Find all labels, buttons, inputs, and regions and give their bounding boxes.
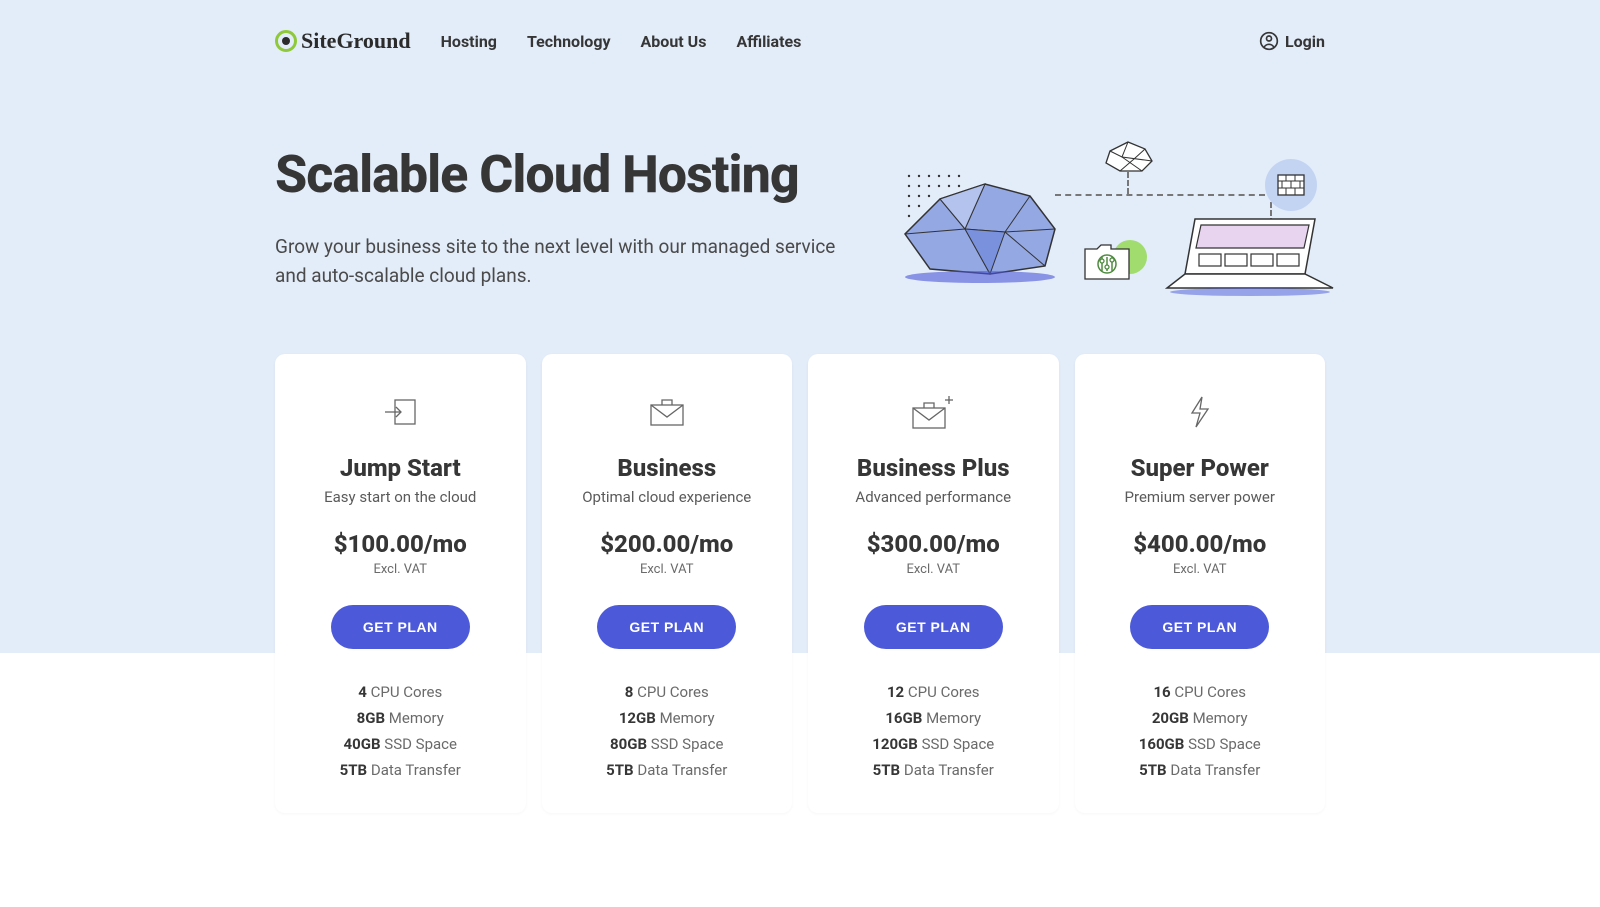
- nav-affiliates[interactable]: Affiliates: [736, 32, 801, 51]
- get-plan-button[interactable]: GET PLAN: [331, 605, 470, 649]
- small-cloud-icon: [1100, 139, 1156, 175]
- plan-specs-list: 4 CPU Cores 8GB Memory 40GB SSD Space 5T…: [299, 679, 502, 783]
- nav-technology[interactable]: Technology: [527, 32, 611, 51]
- plan-name: Business: [566, 454, 769, 482]
- login-button[interactable]: Login: [1259, 31, 1325, 51]
- nav-hosting[interactable]: Hosting: [441, 32, 497, 51]
- spec-memory: 16GB Memory: [832, 705, 1035, 731]
- plan-tagline: Optimal cloud experience: [566, 488, 769, 506]
- logo-text: SiteGround: [301, 28, 411, 54]
- plan-tagline: Premium server power: [1099, 488, 1302, 506]
- lightning-icon: [1099, 392, 1302, 432]
- plan-name: Jump Start: [299, 454, 502, 482]
- spec-cpu: 8 CPU Cores: [566, 679, 769, 705]
- plan-tagline: Advanced performance: [832, 488, 1035, 506]
- spec-memory: 20GB Memory: [1099, 705, 1302, 731]
- plan-specs-list: 8 CPU Cores 12GB Memory 80GB SSD Space 5…: [566, 679, 769, 783]
- door-enter-icon: [299, 392, 502, 432]
- plan-name: Business Plus: [832, 454, 1035, 482]
- laptop-icon: [1165, 214, 1335, 299]
- site-header: SiteGround Hosting Technology About Us A…: [275, 0, 1325, 74]
- nav-about[interactable]: About Us: [641, 32, 707, 51]
- briefcase-plus-icon: [832, 392, 1035, 432]
- page-subtitle: Grow your business site to the next leve…: [275, 233, 845, 290]
- plan-price: $200.00/mo: [566, 530, 769, 558]
- get-plan-button[interactable]: GET PLAN: [1130, 605, 1269, 649]
- spec-transfer: 5TB Data Transfer: [566, 757, 769, 783]
- plan-vat: Excl. VAT: [832, 562, 1035, 577]
- spec-transfer: 5TB Data Transfer: [1099, 757, 1302, 783]
- spec-memory: 8GB Memory: [299, 705, 502, 731]
- hero-section: Scalable Cloud Hosting Grow your busines…: [275, 74, 1325, 354]
- spec-ssd: 40GB SSD Space: [299, 731, 502, 757]
- page-title: Scalable Cloud Hosting: [275, 144, 845, 205]
- plan-card-business: Business Optimal cloud experience $200.0…: [542, 354, 793, 813]
- user-icon: [1259, 31, 1279, 51]
- spec-cpu: 4 CPU Cores: [299, 679, 502, 705]
- plan-card-jump-start: Jump Start Easy start on the cloud $100.…: [275, 354, 526, 813]
- plan-price: $100.00/mo: [299, 530, 502, 558]
- hero-illustration: [885, 144, 1325, 304]
- login-label: Login: [1285, 32, 1325, 51]
- firewall-circle-icon: [1265, 159, 1317, 211]
- plan-card-super-power: Super Power Premium server power $400.00…: [1075, 354, 1326, 813]
- spec-cpu: 16 CPU Cores: [1099, 679, 1302, 705]
- plan-name: Super Power: [1099, 454, 1302, 482]
- spec-ssd: 80GB SSD Space: [566, 731, 769, 757]
- pricing-plans: Jump Start Easy start on the cloud $100.…: [275, 354, 1325, 813]
- get-plan-button[interactable]: GET PLAN: [864, 605, 1003, 649]
- plan-specs-list: 12 CPU Cores 16GB Memory 120GB SSD Space…: [832, 679, 1035, 783]
- spec-transfer: 5TB Data Transfer: [299, 757, 502, 783]
- spec-transfer: 5TB Data Transfer: [832, 757, 1035, 783]
- spec-ssd: 160GB SSD Space: [1099, 731, 1302, 757]
- spec-cpu: 12 CPU Cores: [832, 679, 1035, 705]
- main-nav: Hosting Technology About Us Affiliates: [441, 32, 1229, 51]
- plan-vat: Excl. VAT: [566, 562, 769, 577]
- logo[interactable]: SiteGround: [275, 28, 411, 54]
- plan-vat: Excl. VAT: [1099, 562, 1302, 577]
- spec-memory: 12GB Memory: [566, 705, 769, 731]
- briefcase-icon: [566, 392, 769, 432]
- settings-folder-icon: [1083, 239, 1131, 283]
- spec-ssd: 120GB SSD Space: [832, 731, 1035, 757]
- plan-price: $400.00/mo: [1099, 530, 1302, 558]
- plan-price: $300.00/mo: [832, 530, 1035, 558]
- plan-specs-list: 16 CPU Cores 20GB Memory 160GB SSD Space…: [1099, 679, 1302, 783]
- logo-swirl-icon: [275, 30, 297, 52]
- plan-card-business-plus: Business Plus Advanced performance $300.…: [808, 354, 1059, 813]
- crystal-cloud-icon: [895, 174, 1070, 284]
- plan-vat: Excl. VAT: [299, 562, 502, 577]
- get-plan-button[interactable]: GET PLAN: [597, 605, 736, 649]
- firewall-icon: [1277, 174, 1305, 196]
- plan-tagline: Easy start on the cloud: [299, 488, 502, 506]
